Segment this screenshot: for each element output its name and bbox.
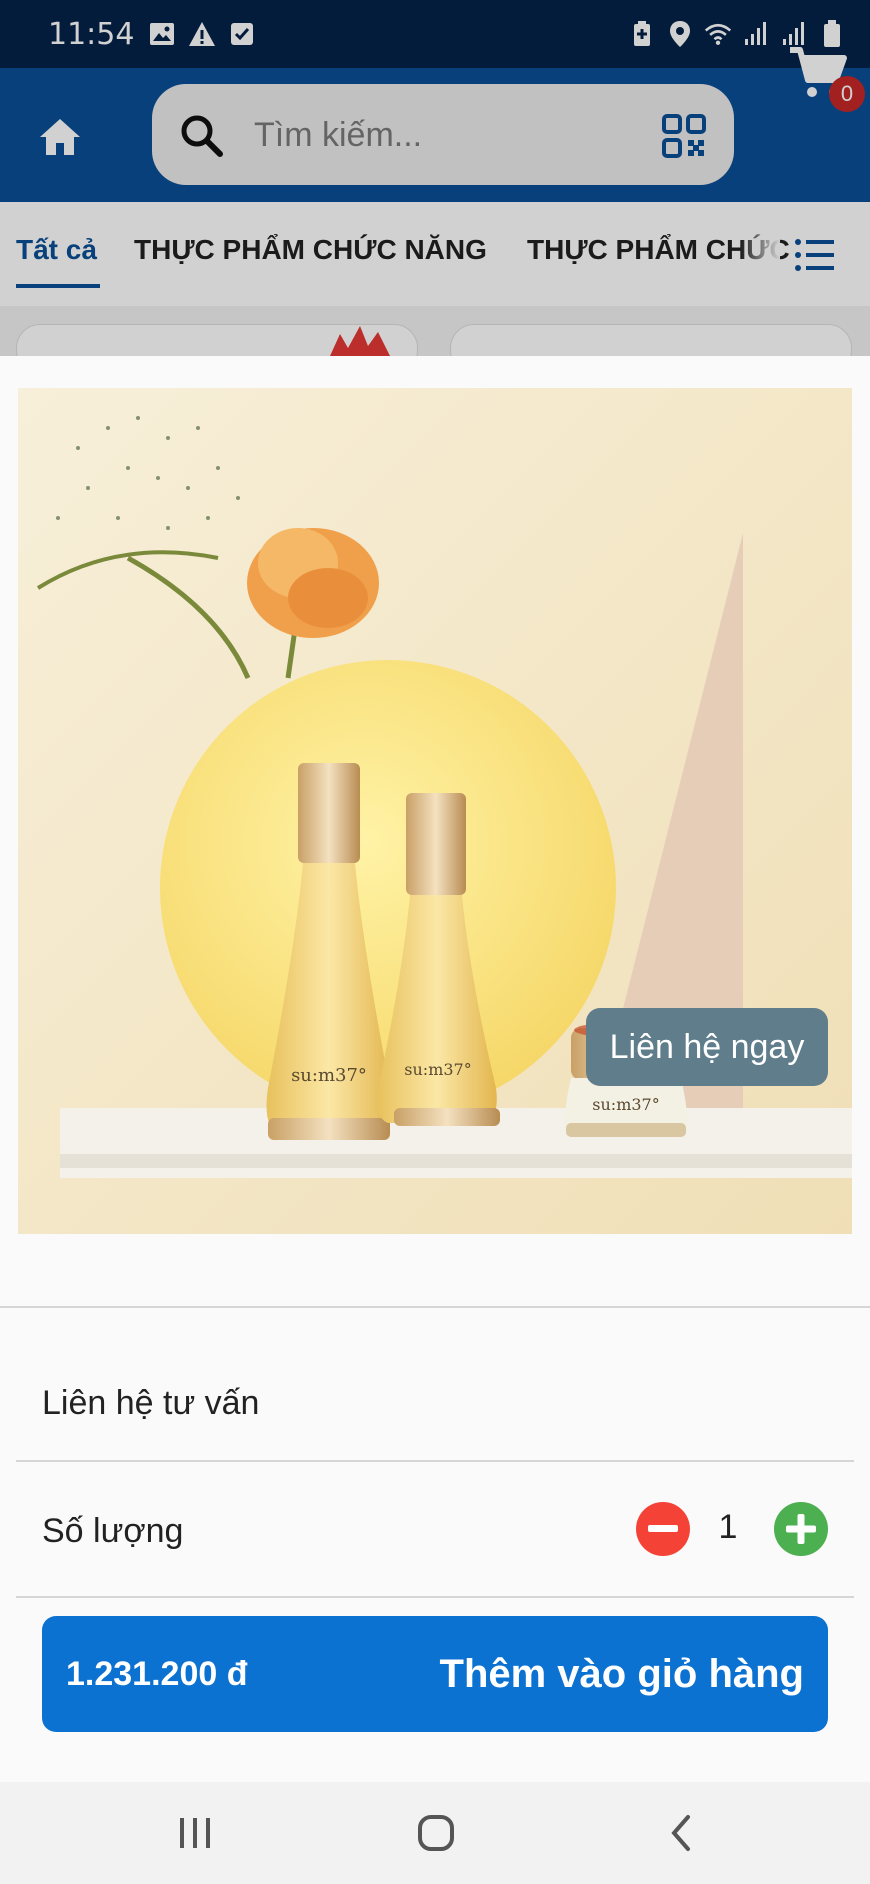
home-button[interactable] <box>30 110 90 164</box>
active-tab-indicator <box>16 284 100 288</box>
consult-label: Liên hệ tư vấn <box>42 1384 260 1422</box>
back-icon <box>671 1815 690 1851</box>
quantity-value: 1 <box>718 1508 738 1546</box>
tabs-fade <box>740 202 780 306</box>
app-header <box>0 68 870 202</box>
search-bar[interactable] <box>152 84 734 185</box>
search-icon <box>181 115 223 157</box>
minus-icon <box>648 1525 678 1532</box>
price-label: 1.231.200 đ <box>66 1654 248 1693</box>
battery-saver-icon <box>628 20 656 48</box>
qr-scan-icon[interactable] <box>662 114 706 158</box>
location-icon <box>666 20 694 48</box>
svg-text:su:m37°: su:m37° <box>291 1065 367 1086</box>
checkbox-icon <box>228 20 256 48</box>
increase-quantity-button[interactable] <box>774 1502 828 1556</box>
wifi-icon <box>704 20 732 48</box>
search-input[interactable] <box>254 112 614 158</box>
status-bar: 11:54 <box>0 0 870 68</box>
product-grid-background <box>0 306 870 374</box>
divider <box>16 1596 854 1598</box>
divider <box>0 1306 870 1308</box>
back-button[interactable] <box>656 1808 706 1858</box>
divider <box>16 1460 854 1462</box>
contact-now-button[interactable]: Liên hệ ngay <box>586 1008 828 1086</box>
home-icon <box>40 119 80 155</box>
decrease-quantity-button[interactable] <box>636 1502 690 1556</box>
add-to-cart-button[interactable]: 1.231.200 đ Thêm vào giỏ hàng <box>42 1616 828 1732</box>
warning-icon <box>188 20 216 48</box>
recent-apps-icon <box>180 1818 210 1848</box>
status-time: 11:54 <box>48 16 135 52</box>
svg-text:su:m37°: su:m37° <box>592 1095 659 1114</box>
sale-burst-icon <box>330 326 390 356</box>
product-image: su:m37° su:m37° su:m37° <box>18 388 852 1234</box>
plus-icon <box>786 1514 816 1544</box>
status-notification-icons <box>148 20 256 48</box>
home-nav-button[interactable] <box>411 1808 461 1858</box>
tab-functional-food[interactable]: THỰC PHẨM CHỨC NĂNG <box>134 234 487 266</box>
cart-count-badge: 0 <box>829 76 865 112</box>
svg-text:su:m37°: su:m37° <box>404 1060 471 1079</box>
image-icon <box>148 20 176 48</box>
quantity-label: Số lượng <box>42 1512 184 1550</box>
add-to-cart-label: Thêm vào giỏ hàng <box>439 1651 804 1696</box>
recent-apps-button[interactable] <box>170 1808 220 1858</box>
tab-all[interactable]: Tất cả <box>16 234 97 266</box>
list-menu-icon[interactable] <box>790 230 840 280</box>
signal-icon <box>742 20 770 48</box>
home-circle-icon <box>418 1815 454 1851</box>
system-nav-bar <box>0 1782 870 1884</box>
